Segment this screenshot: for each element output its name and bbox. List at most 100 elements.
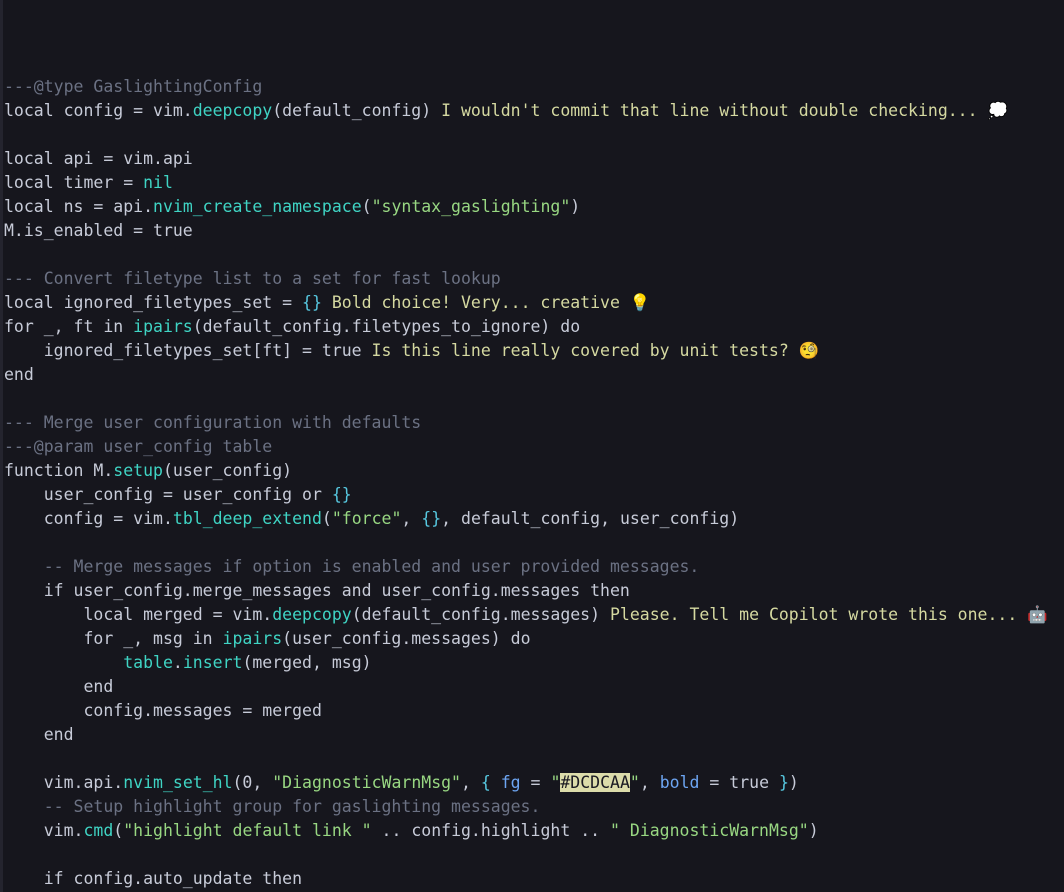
code-line[interactable]: ignored_filetypes_set[ft] = true Is this… [4,339,1064,363]
function-name: setup [113,461,163,480]
code-line[interactable]: -- Setup highlight group for gaslighting… [4,795,1064,819]
code-line[interactable]: if config.auto_update then [4,867,1064,891]
code-line[interactable]: end [4,363,1064,387]
comment-text: ---@param user_config table [4,437,272,456]
code-line[interactable]: vim.cmd("highlight default link " .. con… [4,819,1064,843]
brace: {} [332,485,352,504]
code-text: , default_config, user_config) [441,509,739,528]
string-literal: "force" [332,509,402,528]
gaslight-virtual-text: Bold choice! Very... creative [322,293,630,312]
code-text: function M. [4,461,113,480]
code-text: local timer = [4,173,143,192]
function-name: nil [143,173,173,192]
code-line[interactable]: if user_config.merge_messages and user_c… [4,579,1064,603]
code-text: (default_config) [272,101,431,120]
code-text: (default_config.filetypes_to_ignore) do [193,317,580,336]
code-text: ignored_filetypes_set[ft] = true [4,341,362,360]
code-text: vim. [4,821,83,840]
code-line[interactable]: ---@param user_config table [4,435,1064,459]
function-name: insert [183,653,243,672]
string-literal: " DiagnosticWarnMsg" [610,821,809,840]
code-line[interactable] [4,243,1064,267]
code-editor[interactable]: ---@type GaslightingConfig local config =… [0,0,1064,892]
code-text: end [4,677,113,696]
code-text [4,653,123,672]
code-line[interactable]: end [4,723,1064,747]
function-name: table [123,653,173,672]
code-line[interactable]: for _, ft in ipairs(default_config.filet… [4,315,1064,339]
code-text: local merged = vim. [4,605,272,624]
code-line[interactable]: M.is_enabled = true [4,219,1064,243]
function-name: tbl_deep_extend [173,509,322,528]
code-line[interactable] [4,531,1064,555]
code-line[interactable]: end [4,675,1064,699]
gaslight-virtual-text: Please. Tell me Copilot wrote this one..… [600,605,1027,624]
function-name: cmd [83,821,113,840]
code-line[interactable] [4,747,1064,771]
code-text: end [4,725,74,744]
code-line[interactable]: vim.api.nvim_set_hl(0, "DiagnosticWarnMs… [4,771,1064,795]
code-line[interactable]: local merged = vim.deepcopy(default_conf… [4,603,1064,627]
code-line[interactable]: --- Merge user configuration with defaul… [4,411,1064,435]
code-text: end [4,365,34,384]
code-line[interactable] [4,387,1064,411]
code-line[interactable]: --- Convert filetype list to a set for f… [4,267,1064,291]
code-text: ( [322,509,332,528]
code-line[interactable]: local timer = nil [4,171,1064,195]
comment-text: -- Merge messages if option is enabled a… [4,557,699,576]
comment-text: --- Convert filetype list to a set for f… [4,269,501,288]
code-line[interactable]: function M.setup(user_config) [4,459,1064,483]
code-text: ) [809,821,819,840]
code-line[interactable]: ---@type GaslightingConfig [4,75,1064,99]
code-text: for _, msg in [4,629,223,648]
code-line[interactable] [4,123,1064,147]
function-name: nvim_set_hl [123,773,232,792]
code-text: (default_config.messages) [352,605,600,624]
code-text: , [401,509,421,528]
code-line[interactable]: for _, msg in ipairs(user_config.message… [4,627,1064,651]
string-literal: "syntax_gaslighting" [372,197,571,216]
code-text: ) [570,197,580,216]
code-text: , [640,773,660,792]
code-line[interactable]: -- Merge messages if option is enabled a… [4,555,1064,579]
field-name: bold [660,773,700,792]
code-line[interactable]: user_config = user_config or {} [4,483,1064,507]
brace: {} [421,509,441,528]
code-line[interactable]: config = vim.tbl_deep_extend("force", {}… [4,507,1064,531]
robot-emoji: 🤖 [1027,605,1048,624]
code-line[interactable]: local ignored_filetypes_set = {} Bold ch… [4,291,1064,315]
code-line[interactable]: local config = vim.deepcopy(default_conf… [4,99,1064,123]
color-swatch-dcdcaa: #DCDCAA [560,773,630,792]
field-name: fg [501,773,521,792]
code-text: .. config.highlight .. [372,821,610,840]
brace: } [779,773,789,792]
comment-text: ---@type GaslightingConfig [4,77,262,96]
string-literal: "DiagnosticWarnMsg" [272,773,461,792]
code-text: ( [113,821,123,840]
code-text: if config.auto_update then [4,869,302,888]
code-text: = [521,773,551,792]
code-text: if user_config.merge_messages and user_c… [4,581,630,600]
code-text: ( [362,197,372,216]
code-text: ) [789,773,799,792]
code-text: (0, [233,773,273,792]
function-name: nvim_create_namespace [153,197,362,216]
function-name: deepcopy [272,605,351,624]
code-text: config.messages = merged [4,701,322,720]
window-left-edge [0,0,3,892]
comment-text: --- Merge user configuration with defaul… [4,413,421,432]
code-line[interactable]: local ns = api.nvim_create_namespace("sy… [4,195,1064,219]
function-name: ipairs [223,629,283,648]
code-text: config = vim. [4,509,173,528]
brace: {} [302,293,322,312]
monocle-face-emoji: 🧐 [799,341,820,360]
code-text: for _, ft in [4,317,133,336]
thought-balloon-emoji: 💭 [987,101,1008,120]
code-line[interactable] [4,843,1064,867]
code-text: M.is_enabled = true [4,221,193,240]
code-text: = true [699,773,778,792]
code-line[interactable]: local api = vim.api [4,147,1064,171]
string-literal: " [630,773,640,792]
code-line[interactable]: table.insert(merged, msg) [4,651,1064,675]
code-line[interactable]: config.messages = merged [4,699,1064,723]
